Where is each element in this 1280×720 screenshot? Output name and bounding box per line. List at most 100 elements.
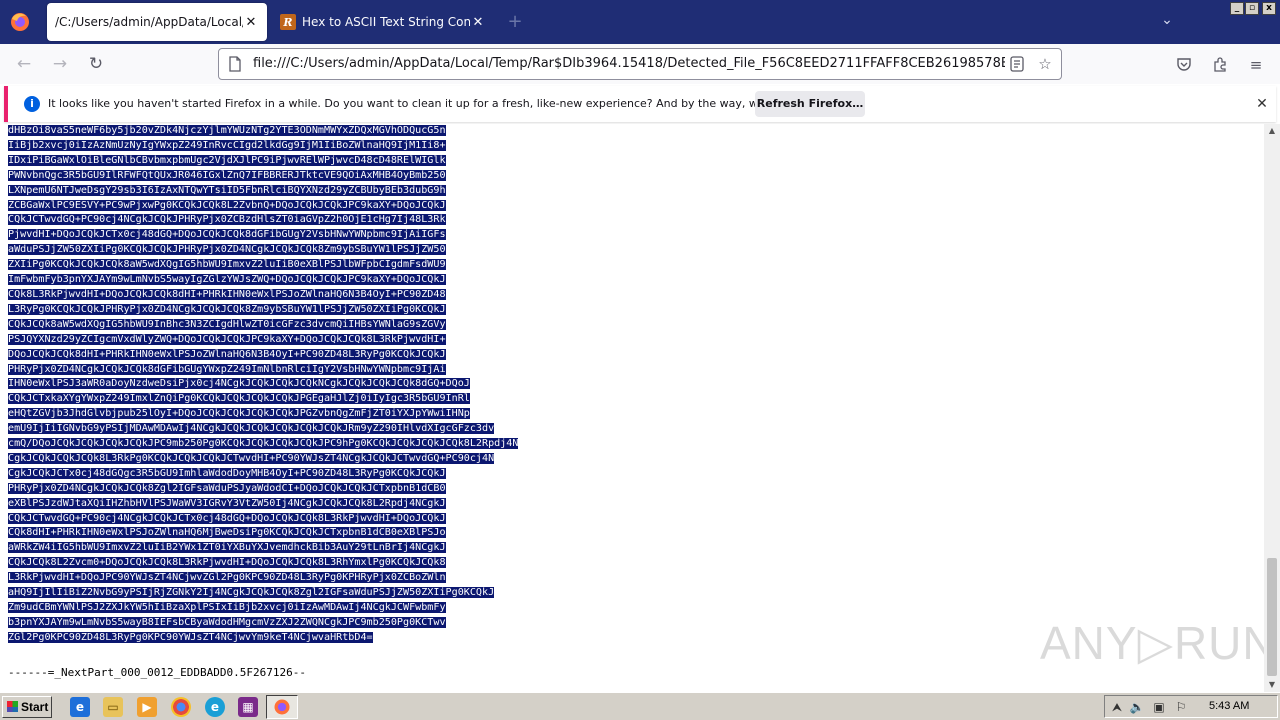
- tab-strip: /C:/Users/admin/AppData/Local/Temp/ ✕ R …: [0, 0, 1280, 44]
- base64-line: CQk8dHI+PHRkIHN0eWxlPSJoZWlnaHQ6MjBweDsi…: [8, 526, 518, 541]
- base64-line: aHQ9IjIlIiBiZ2NvbG9yPSIjRjZGNkY2Ij4NCgkJ…: [8, 586, 518, 601]
- notification-close-icon[interactable]: ✕: [1252, 94, 1272, 114]
- base64-line: L3RyPg0KCQkJCQkJPHRyPjx0ZD4NCgkJCQkJCQk8…: [8, 303, 518, 318]
- network-icon[interactable]: ▣: [1151, 699, 1167, 715]
- selected-text: aWRkZW4iIG5hbWU9ImxvZ2luIiB2YWx1ZT0iYXBu…: [8, 542, 446, 554]
- selected-text: aWduPSJjZW50ZXIiPg0KCQkJCQkJPHRyPjx0ZD4N…: [8, 244, 446, 256]
- base64-line: CQk8L3RkPjwvdHI+DQoJCQkJCQk8dHI+PHRkIHN0…: [8, 288, 518, 303]
- navigation-toolbar: ← → ↻ file:///C:/Users/admin/AppData/Loc…: [0, 44, 1280, 84]
- scroll-up-arrow-icon[interactable]: ▲: [1264, 124, 1280, 138]
- reader-view-icon[interactable]: [1009, 56, 1025, 72]
- minimize-button[interactable]: _: [1230, 2, 1244, 15]
- mime-boundary-text: ------=_NextPart_000_0012_EDDBADD0.5F267…: [8, 666, 307, 679]
- tab-close-icon[interactable]: ✕: [470, 15, 486, 30]
- maximize-button[interactable]: ▫: [1245, 2, 1259, 15]
- url-bar[interactable]: file:///C:/Users/admin/AppData/Local/Tem…: [218, 48, 1062, 80]
- selected-text: IHN0eWxlPSJ3aWR0aDoyNzdweDsiPjx0cj4NCgkJ…: [8, 378, 470, 390]
- scrollbar-thumb[interactable]: [1267, 558, 1277, 676]
- base64-line: ZGl2Pg0KPC90ZD48L3RyPg0KPC90YWJsZT4NCjwv…: [8, 631, 518, 646]
- reload-icon[interactable]: ↻: [84, 52, 108, 76]
- selected-text: eHQtZGVjb3JhdGlvbjpub25lOyI+DQoJCQkJCQkJ…: [8, 408, 470, 420]
- close-window-button[interactable]: x: [1262, 2, 1276, 15]
- tab-local-file[interactable]: /C:/Users/admin/AppData/Local/Temp/ ✕: [47, 3, 267, 41]
- refresh-firefox-button[interactable]: Refresh Firefox…: [755, 91, 865, 117]
- base64-line: ZXIiPg0KCQkJCQkJCQk8aW5wdXQgIG5hbWU9Imxv…: [8, 258, 518, 273]
- base64-line: CQkJCQk8L2Zvcm0+DQoJCQkJCQk8L3RkPjwvdHI+…: [8, 556, 518, 571]
- selected-text: CgkJCQkJCTx0cj48dGQgc3R5bGU9ImhlaWdodDoy…: [8, 467, 446, 479]
- url-text[interactable]: file:///C:/Users/admin/AppData/Local/Tem…: [253, 49, 1005, 79]
- base64-line: aWRkZW4iIG5hbWU9ImxvZ2luIiB2YWx1ZT0iYXBu…: [8, 541, 518, 556]
- selected-text: LXNpemU6NTJweDsgY29sb3I6IzAxNTQwYTsiID5F…: [8, 184, 446, 196]
- app-menu-icon[interactable]: ≡: [1247, 56, 1265, 74]
- base64-line: IDxiPiBGaWxlOiBleGNlbCBvbmxpbmUgc2VjdXJl…: [8, 154, 518, 169]
- refresh-firefox-notification: i It looks like you haven't started Fire…: [4, 86, 1276, 122]
- folder-icon[interactable]: ▭: [103, 697, 123, 717]
- base64-line: CgkJCQkJCTx0cj48dGQgc3R5bGU9ImhlaWdodDoy…: [8, 467, 518, 482]
- volume-icon[interactable]: 🔈: [1129, 699, 1145, 715]
- firefox-view-icon[interactable]: [8, 10, 32, 34]
- base64-line: DQoJCQkJCQk8dHI+PHRkIHN0eWxlPSJoZWlnaHQ6…: [8, 348, 518, 363]
- selected-text: ZXIiPg0KCQkJCQkJCQk8aW5wdXQgIG5hbWU9Imxv…: [8, 259, 446, 271]
- base64-line: eHQtZGVjb3JhdGlvbjpub25lOyI+DQoJCQkJCQkJ…: [8, 407, 518, 422]
- tab-title: /C:/Users/admin/AppData/Local/Temp/: [55, 15, 243, 29]
- taskbar: Start e ▭ ▶ e ▦ ⮝ 🔈 ▣ ⚐ 5:43 AM: [0, 692, 1280, 720]
- tray-expand-icon[interactable]: ⮝: [1109, 699, 1125, 715]
- firefox-taskbar-button[interactable]: [266, 695, 298, 719]
- action-center-flag-icon[interactable]: ⚐: [1173, 699, 1189, 715]
- selected-text: CQkJCQk8aW5wdXQgIG5hbWU9InBhc3N3ZCIgdHlw…: [8, 318, 446, 330]
- selected-text: PHRyPjx0ZD4NCgkJCQkJCQk8dGFibGUgYWxpZ249…: [8, 363, 446, 375]
- start-button[interactable]: Start: [2, 696, 52, 718]
- selected-text: IiBjb2xvcj0iIzAzNmUzNyIgYWxpZ249InRvcCIg…: [8, 139, 446, 151]
- winrar-icon[interactable]: ▦: [238, 697, 258, 717]
- base64-line: emU9IjIiIGNvbG9yPSIjMDAwMDAwIj4NCgkJCQkJ…: [8, 422, 518, 437]
- selected-text: ZCBGaWxlPC9ESVY+PC9wPjxwPg0KCQkJCQk8L2Zv…: [8, 199, 446, 211]
- rapidtables-favicon-icon: R: [280, 14, 296, 30]
- tab-title: Hex to ASCII Text String Converter: [302, 15, 470, 29]
- base64-line: b3pnYXJAYm9wLmNvbS5wayB8IEFsbCByaWdodHMg…: [8, 616, 518, 631]
- system-tray: ⮝ 🔈 ▣ ⚐ 5:43 AM: [1104, 695, 1278, 718]
- chrome-icon[interactable]: [171, 697, 191, 717]
- page-content: dHBzOi8vaS5neWF6by5jb20vZDk4NjczYjlmYWUz…: [0, 124, 1264, 692]
- base64-line: eXBlPSJzdWJtaXQiIHZhbHVlPSJWaWV3IGRvY3Vt…: [8, 497, 518, 512]
- selected-text: ImFwbmFyb3pnYXJAYm9wLmNvbS5wayIgZGlzYWJs…: [8, 274, 446, 286]
- selected-text: eXBlPSJzdWJtaXQiIHZhbHVlPSJWaWV3IGRvY3Vt…: [8, 497, 446, 509]
- selected-text: PHRyPjx0ZD4NCgkJCQkJCQk8Zgl2IGFsaWduPSJy…: [8, 482, 446, 494]
- back-arrow-icon[interactable]: ←: [12, 52, 36, 76]
- base64-line: CQkJCTxkaXYgYWxpZ249ImxlZnQiPg0KCQkJCQkJ…: [8, 392, 518, 407]
- base64-line: IHN0eWxlPSJ3aWR0aDoyNzdweDsiPjx0cj4NCgkJ…: [8, 377, 518, 392]
- selected-text: cmQ/DQoJCQkJCQkJCQkJCQkJPC9mb250Pg0KCQkJ…: [8, 438, 519, 450]
- selected-text: CQk8dHI+PHRkIHN0eWxlPSJoZWlnaHQ6MjBweDsi…: [8, 527, 446, 539]
- pocket-icon[interactable]: [1175, 56, 1193, 74]
- forward-arrow-icon[interactable]: →: [48, 52, 72, 76]
- extensions-icon[interactable]: [1211, 56, 1229, 74]
- selected-text: CQkJCQk8L2Zvcm0+DQoJCQkJCQk8L3RkPjwvdHI+…: [8, 557, 446, 569]
- selected-text: emU9IjIiIGNvbG9yPSIjMDAwMDAwIj4NCgkJCQkJ…: [8, 423, 495, 435]
- selected-text: CQkJCTxkaXYgYWxpZ249ImxlZnQiPg0KCQkJCQkJ…: [8, 393, 470, 405]
- bookmark-star-icon[interactable]: ☆: [1037, 56, 1053, 72]
- page-file-icon: [227, 56, 243, 72]
- base64-line: PHRyPjx0ZD4NCgkJCQkJCQk8dGFibGUgYWxpZ249…: [8, 363, 518, 378]
- vertical-scrollbar[interactable]: ▲ ▼: [1264, 124, 1280, 692]
- internet-explorer-icon[interactable]: e: [70, 697, 90, 717]
- media-player-icon[interactable]: ▶: [137, 697, 157, 717]
- windows-flag-icon: [7, 701, 18, 712]
- base64-text-block[interactable]: dHBzOi8vaS5neWF6by5jb20vZDk4NjczYjlmYWUz…: [8, 124, 519, 646]
- base64-line: IiBjb2xvcj0iIzAzNmUzNyIgYWxpZ249InRvcCIg…: [8, 139, 518, 154]
- list-all-tabs-chevron-icon[interactable]: ⌄: [1157, 12, 1177, 32]
- base64-line: CQkJCTwvdGQ+PC90cj4NCgkJCQkJCTx0cj48dGQ+…: [8, 512, 518, 527]
- clock[interactable]: 5:43 AM: [1209, 696, 1249, 717]
- base64-line: PSJQYXNzd29yZCIgcmVxdWlyZWQ+DQoJCQkJCQkJ…: [8, 333, 518, 348]
- selected-text: PSJQYXNzd29yZCIgcmVxdWlyZWQ+DQoJCQkJCQkJ…: [8, 333, 446, 345]
- tab-hex-converter[interactable]: R Hex to ASCII Text String Converter ✕: [272, 3, 494, 41]
- base64-line: ZCBGaWxlPC9ESVY+PC9wPjxwPg0KCQkJCQk8L2Zv…: [8, 199, 518, 214]
- selected-text: Zm9udCBmYWNlPSJ2ZXJkYW5hIiBzaXplPSIxIiBj…: [8, 602, 446, 613]
- base64-line: dHBzOi8vaS5neWF6by5jb20vZDk4NjczYjlmYWUz…: [8, 124, 518, 139]
- edge-icon[interactable]: e: [205, 697, 225, 717]
- selected-text: CgkJCQkJCQkJCQk8L3RkPg0KCQkJCQkJCQkJCTwv…: [8, 452, 495, 464]
- info-icon: i: [24, 96, 40, 112]
- new-tab-plus-icon[interactable]: +: [503, 10, 527, 34]
- selected-text: DQoJCQkJCQk8dHI+PHRkIHN0eWxlPSJoZWlnaHQ6…: [8, 348, 446, 360]
- scroll-down-arrow-icon[interactable]: ▼: [1264, 678, 1280, 692]
- tab-close-icon[interactable]: ✕: [243, 15, 259, 30]
- anyrun-watermark-logo: ANY▷RUN: [1040, 617, 1264, 669]
